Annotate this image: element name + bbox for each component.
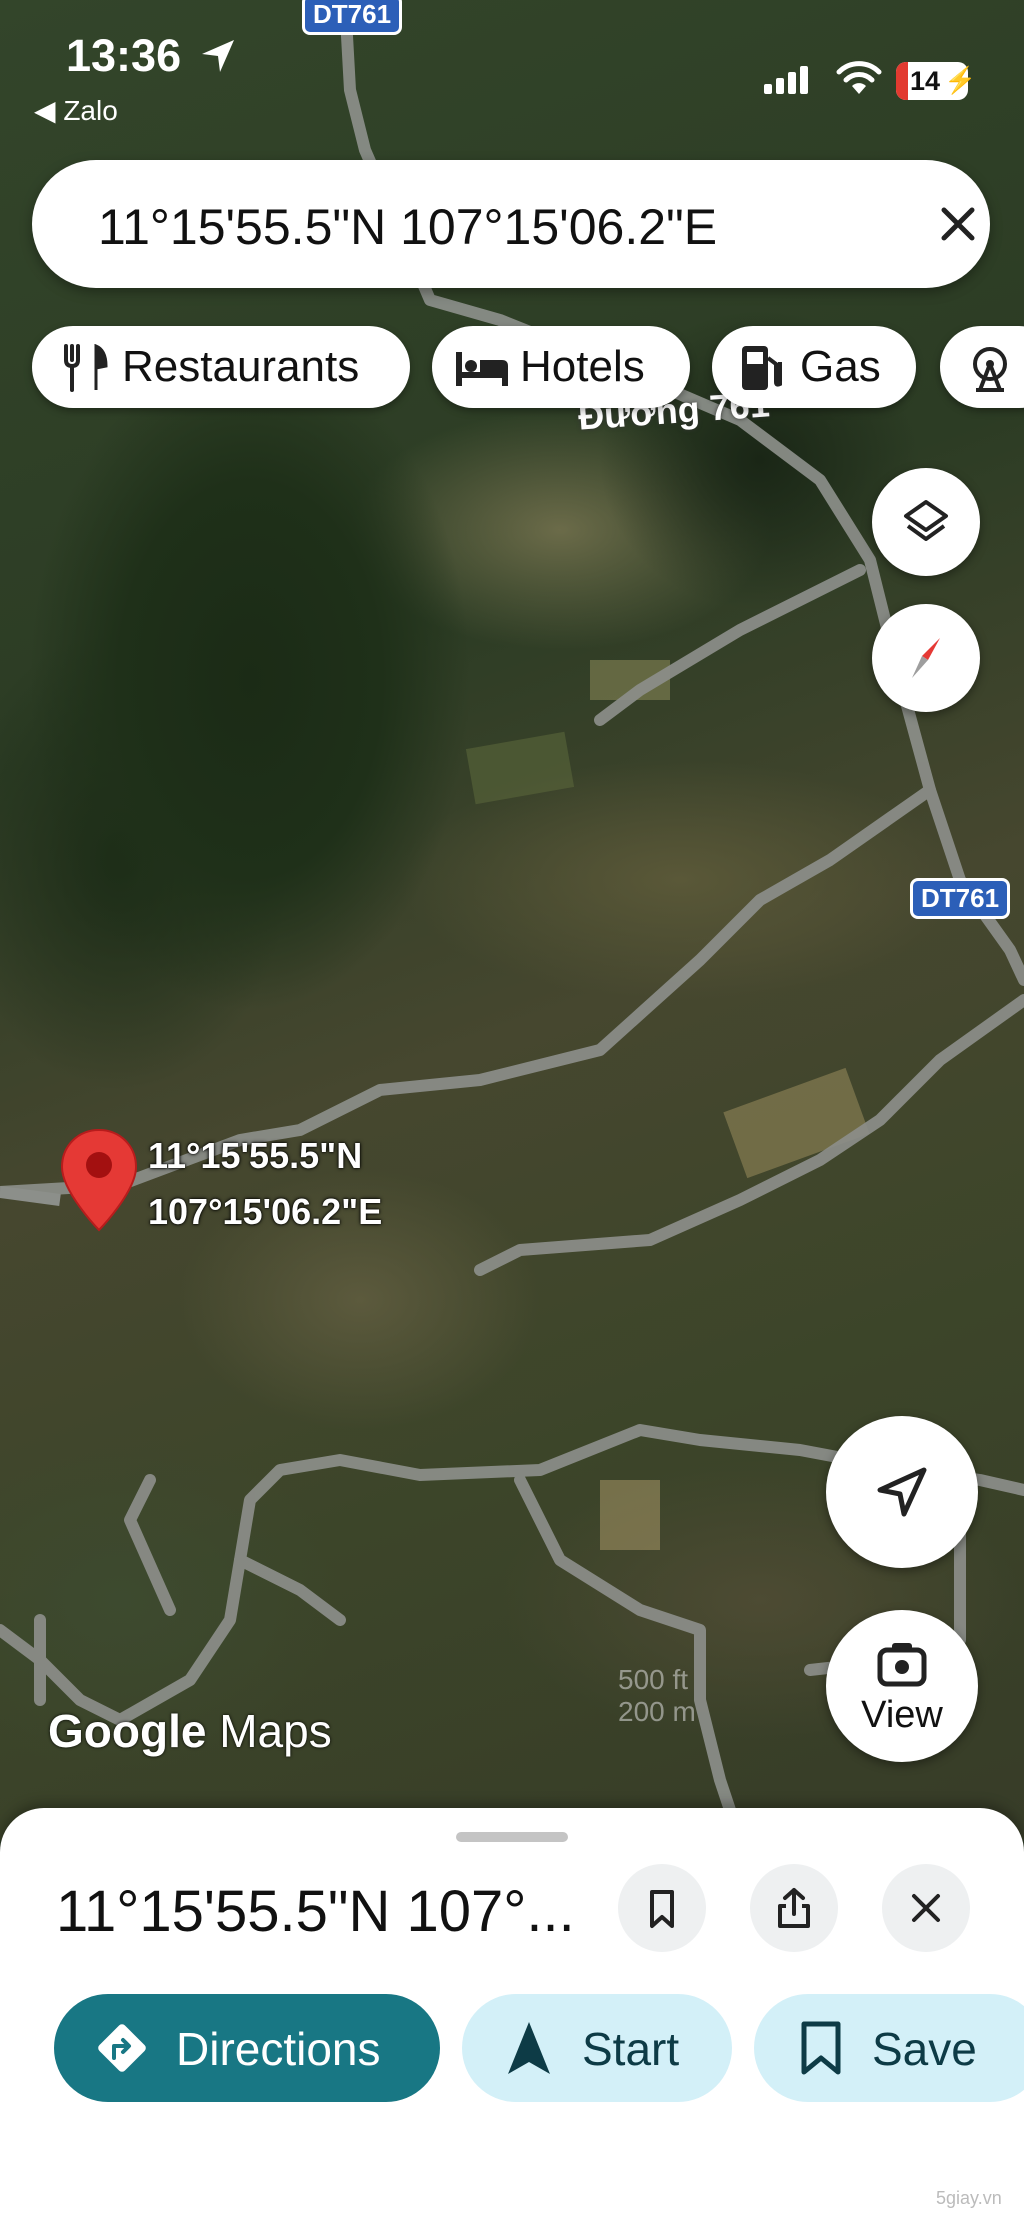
chip-label: Hotels	[520, 342, 645, 391]
red-pin-icon[interactable]	[60, 1128, 138, 1232]
charging-bolt-icon: ⚡	[944, 65, 977, 95]
share-icon	[778, 1888, 810, 1928]
battery-low-fill	[896, 62, 908, 100]
compass-icon	[912, 638, 940, 678]
location-arrow-icon	[202, 40, 234, 72]
chip-label: Restaurants	[122, 342, 360, 391]
bookmark-icon	[650, 1890, 674, 1928]
maps-wordmark: Maps	[219, 1705, 332, 1757]
view-label: View	[861, 1694, 943, 1736]
save-label: Save	[872, 2023, 977, 2075]
my-location-button[interactable]	[826, 1416, 978, 1568]
back-to-app[interactable]: ◀ Zalo	[34, 94, 118, 127]
cellular-signal-icon	[764, 66, 808, 94]
sheet-drag-handle[interactable]	[456, 1832, 568, 1842]
ferris-wheel-icon	[973, 347, 1007, 392]
close-icon	[912, 1894, 940, 1922]
save-button[interactable]: Save	[754, 1994, 1024, 2102]
chip-hotels[interactable]: Hotels	[432, 326, 690, 408]
road-sign-dt761: DT761	[910, 878, 1011, 919]
pin-label: 11°15'55.5"N 107°15'06.2"E	[148, 1128, 382, 1240]
directions-icon	[98, 2024, 146, 2072]
gas-pump-icon	[742, 346, 782, 390]
directions-button[interactable]: Directions	[54, 1994, 440, 2102]
start-button[interactable]: Start	[462, 1994, 732, 2102]
layers-icon	[904, 500, 948, 541]
bookmark-button[interactable]	[618, 1864, 706, 1952]
search-query[interactable]: 11°15'55.5"N 107°15'06.2"E	[98, 198, 717, 256]
clock: 13:36	[66, 30, 182, 81]
compass-button[interactable]	[872, 604, 980, 712]
battery-level: 14	[910, 66, 941, 96]
share-button[interactable]	[750, 1864, 838, 1952]
battery-indicator: 14 ⚡	[896, 62, 976, 100]
bed-icon	[456, 352, 508, 386]
chip-gas[interactable]: Gas	[712, 326, 916, 408]
layers-button[interactable]	[872, 468, 980, 576]
status-bar: 13:36 ◀ Zalo 14 ⚡	[0, 0, 1024, 140]
street-view-button[interactable]: View	[826, 1610, 978, 1762]
directions-label: Directions	[176, 2023, 381, 2075]
chip-restaurants[interactable]: Restaurants	[32, 326, 410, 408]
fork-knife-icon	[64, 344, 108, 392]
scale-metric: 200 m	[618, 1696, 696, 1727]
pin-longitude: 107°15'06.2"E	[148, 1191, 383, 1232]
place-title: 11°15'55.5"N 107°...	[56, 1879, 575, 1944]
watermark: 5giay.vn	[936, 2188, 1002, 2208]
chip-attractions[interactable]	[940, 326, 1024, 408]
google-wordmark: Google	[48, 1705, 207, 1757]
pin-latitude: 11°15'55.5"N	[148, 1135, 363, 1176]
clear-search-icon[interactable]	[928, 194, 988, 254]
start-label: Start	[582, 2023, 680, 2075]
scale-imperial: 500 ft	[618, 1664, 689, 1695]
search-bar[interactable]: 11°15'55.5"N 107°15'06.2"E	[32, 160, 990, 288]
place-sheet[interactable]: 11°15'55.5"N 107°... Directions Start Sa…	[0, 1808, 1024, 2217]
bookmark-icon	[801, 2021, 841, 2075]
navigation-start-icon	[508, 2022, 550, 2074]
wifi-icon	[836, 61, 882, 94]
map-scale: 500 ft 200 m	[618, 1664, 696, 1728]
chip-label: Gas	[800, 342, 881, 391]
navigation-arrow-icon	[877, 1467, 927, 1517]
camera-icon	[877, 1643, 927, 1687]
google-maps-logo: Google Maps	[48, 1704, 332, 1758]
close-sheet-button[interactable]	[882, 1864, 970, 1952]
